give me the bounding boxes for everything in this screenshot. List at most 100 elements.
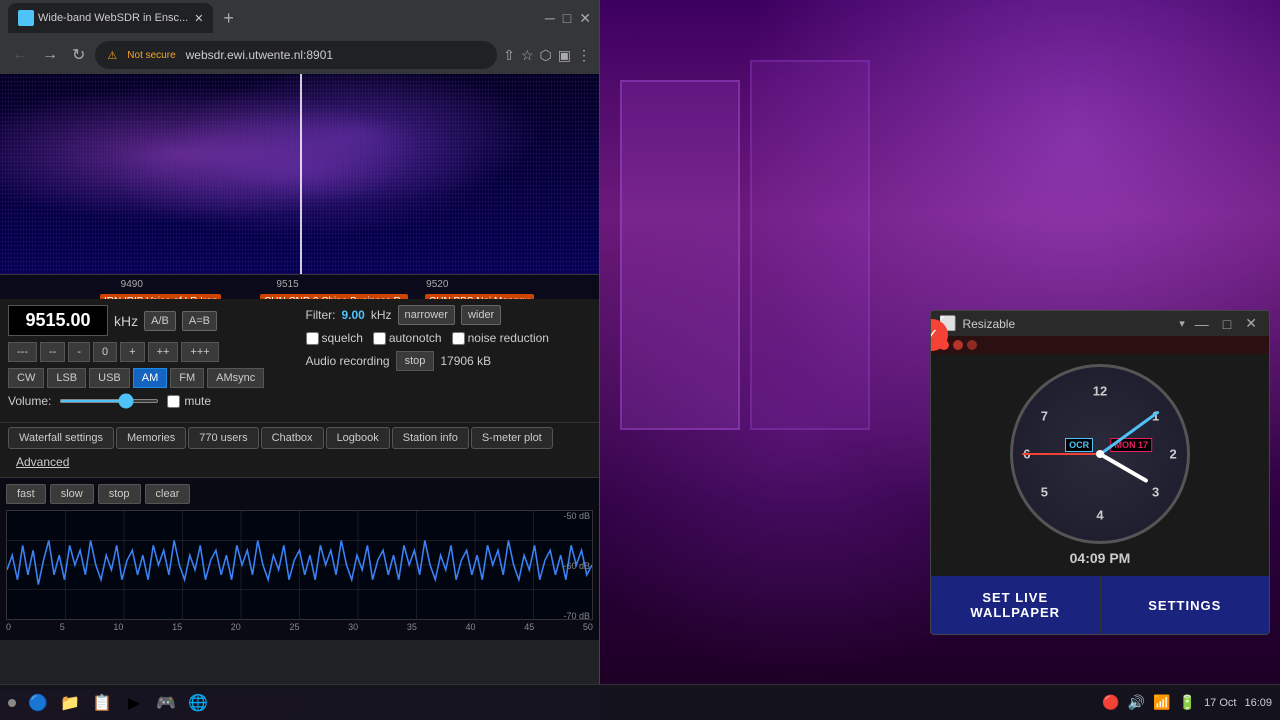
volume-slider[interactable] — [59, 399, 159, 403]
clock-num-7: 7 — [1041, 408, 1048, 423]
narrower-button[interactable]: narrower — [398, 305, 455, 325]
forward-button[interactable]: → — [38, 42, 62, 68]
tray-wifi-icon[interactable]: 📶 — [1153, 694, 1170, 711]
analog-clock: 12 1 2 3 4 5 6 7 OCR MON 17 — [1010, 364, 1190, 544]
step-minus3[interactable]: --- — [8, 342, 37, 362]
share-icon[interactable]: ⇧ — [503, 47, 515, 64]
frequency-display[interactable]: 9515.00 — [8, 305, 108, 336]
step-plus2[interactable]: ++ — [148, 342, 179, 362]
close-button[interactable]: ✕ — [579, 10, 591, 27]
tab-title: Wide-band WebSDR in Ensc... — [38, 12, 188, 24]
waveform-canvas: -50 dB -60 dB -70 dB — [6, 510, 593, 620]
taskbar-youtube-icon[interactable]: ▶ — [120, 689, 148, 717]
filter-row: Filter: 9.00 kHz narrower wider — [306, 305, 592, 325]
autonotch-option: autonotch — [373, 331, 442, 345]
taskbar-games-icon[interactable]: 🎮 — [152, 689, 180, 717]
red-dots-row — [931, 336, 1269, 354]
active-tab[interactable]: Wide-band WebSDR in Ensc... ✕ — [8, 3, 213, 33]
tab-s-meter-plot[interactable]: S-meter plot — [471, 427, 553, 449]
taskbar-docs-icon[interactable]: 📋 — [88, 689, 116, 717]
taskbar-globe-icon[interactable]: 🌐 — [184, 689, 212, 717]
volume-label: Volume: — [8, 394, 51, 408]
widget-minimize[interactable]: — — [1191, 316, 1213, 332]
db-label-50: -50 dB — [563, 511, 590, 521]
freq-controls: 9515.00 kHz A/B A=B --- -- - 0 + ++ +++ … — [8, 305, 294, 416]
widget-header-area: ✓ ⬜ Resizable ▾ — □ ✕ — [931, 311, 1269, 354]
taskbar-files-icon[interactable]: 📁 — [56, 689, 84, 717]
browser-window: Wide-band WebSDR in Ensc... ✕ + ─ □ ✕ ← … — [0, 0, 600, 690]
filter-label: Filter: — [306, 308, 336, 322]
wave-slow-button[interactable]: slow — [50, 484, 94, 504]
wave-control-buttons: fast slow stop clear — [6, 484, 593, 504]
step-plus3[interactable]: +++ — [181, 342, 218, 362]
wave-clear-button[interactable]: clear — [145, 484, 191, 504]
freq-unit: kHz — [114, 313, 138, 329]
maximize-button[interactable]: □ — [563, 10, 571, 26]
tab-station-info[interactable]: Station info — [392, 427, 469, 449]
tab-chatbox[interactable]: Chatbox — [261, 427, 324, 449]
taskbar-time: 16:09 — [1244, 697, 1272, 709]
squelch-checkbox[interactable] — [306, 332, 319, 345]
reload-button[interactable]: ↻ — [68, 41, 89, 69]
freq-label-3: 9520 — [426, 279, 448, 290]
mode-lsb[interactable]: LSB — [47, 368, 86, 388]
tray-record-icon[interactable]: 🔴 — [1102, 694, 1119, 711]
tray-battery-icon[interactable]: 🔋 — [1179, 694, 1196, 711]
new-tab-button[interactable]: + — [217, 8, 240, 29]
url-bar[interactable]: ⚠ Not secure websdr.ewi.utwente.nl:8901 — [95, 41, 497, 69]
spectrum-canvas — [0, 74, 599, 274]
taskbar-chrome-icon[interactable]: 🔵 — [24, 689, 52, 717]
bookmark-icon[interactable]: ☆ — [521, 47, 534, 64]
noise-reduction-option: noise reduction — [452, 331, 549, 345]
tab-logbook[interactable]: Logbook — [326, 427, 390, 449]
profile-icon[interactable]: ▣ — [558, 47, 571, 64]
back-button[interactable]: ← — [8, 42, 32, 68]
extensions-icon[interactable]: ⬡ — [540, 47, 552, 64]
mode-amsync[interactable]: AMsync — [207, 368, 264, 388]
widget-maximize[interactable]: □ — [1219, 316, 1235, 332]
tuner-line — [300, 74, 302, 274]
tab-favicon — [18, 10, 34, 26]
mode-am[interactable]: AM — [133, 368, 168, 388]
tab-waterfall-settings[interactable]: Waterfall settings — [8, 427, 114, 449]
step-zero[interactable]: 0 — [93, 342, 117, 362]
wave-stop-button[interactable]: stop — [98, 484, 141, 504]
step-minus2[interactable]: -- — [40, 342, 65, 362]
minimize-button[interactable]: ─ — [545, 10, 555, 26]
freq-label-2: 9515 — [276, 279, 298, 290]
panel-tab-bar: Waterfall settings Memories 770 users Ch… — [0, 422, 599, 478]
advanced-link[interactable]: Advanced — [8, 451, 77, 473]
noise-reduction-checkbox[interactable] — [452, 332, 465, 345]
widget-close[interactable]: ✕ — [1241, 315, 1261, 332]
step-minus1[interactable]: - — [68, 342, 90, 362]
band-labels: IRN IRIB Voice of I.R.Iran CHN CNR 2 Chi… — [0, 294, 599, 299]
audio-stop-button[interactable]: stop — [396, 351, 435, 371]
tab-users[interactable]: 770 users — [188, 427, 258, 449]
mode-cw[interactable]: CW — [8, 368, 44, 388]
squelch-option: squelch — [306, 331, 363, 345]
tab-close-button[interactable]: ✕ — [194, 12, 203, 25]
mode-usb[interactable]: USB — [89, 368, 130, 388]
clock-face: 12 1 2 3 4 5 6 7 OCR MON 17 — [1010, 364, 1190, 544]
ab-button[interactable]: A/B — [144, 311, 176, 331]
clock-num-12: 12 — [1093, 384, 1107, 399]
wider-button[interactable]: wider — [461, 305, 501, 325]
step-plus1[interactable]: + — [120, 342, 144, 362]
clock-widget: ✓ ⬜ Resizable ▾ — □ ✕ 12 1 2 3 4 5 — [930, 310, 1270, 635]
set-live-wallpaper-button[interactable]: SET LIVE WALLPAPER — [931, 576, 1100, 634]
settings-button[interactable]: SETTINGS — [1100, 576, 1270, 634]
frequency-scale: 9490 9515 9520 — [0, 274, 599, 294]
wave-fast-button[interactable]: fast — [6, 484, 46, 504]
aeb-button[interactable]: A=B — [182, 311, 217, 331]
mode-fm[interactable]: FM — [170, 368, 204, 388]
widget-footer-buttons: SET LIVE WALLPAPER SETTINGS — [931, 576, 1269, 634]
controls-panel: 9515.00 kHz A/B A=B --- -- - 0 + ++ +++ … — [0, 299, 599, 422]
autonotch-checkbox[interactable] — [373, 332, 386, 345]
tab-memories[interactable]: Memories — [116, 427, 186, 449]
resize-arrow: ▾ — [1179, 317, 1185, 330]
tray-audio-icon[interactable]: 🔊 — [1128, 694, 1145, 711]
menu-icon[interactable]: ⋮ — [577, 47, 591, 64]
mute-checkbox[interactable] — [167, 395, 180, 408]
security-label: Not secure — [123, 46, 179, 65]
spectrum-display[interactable]: 9490 9515 9520 IRN IRIB Voice of I.R.Ira… — [0, 74, 599, 299]
